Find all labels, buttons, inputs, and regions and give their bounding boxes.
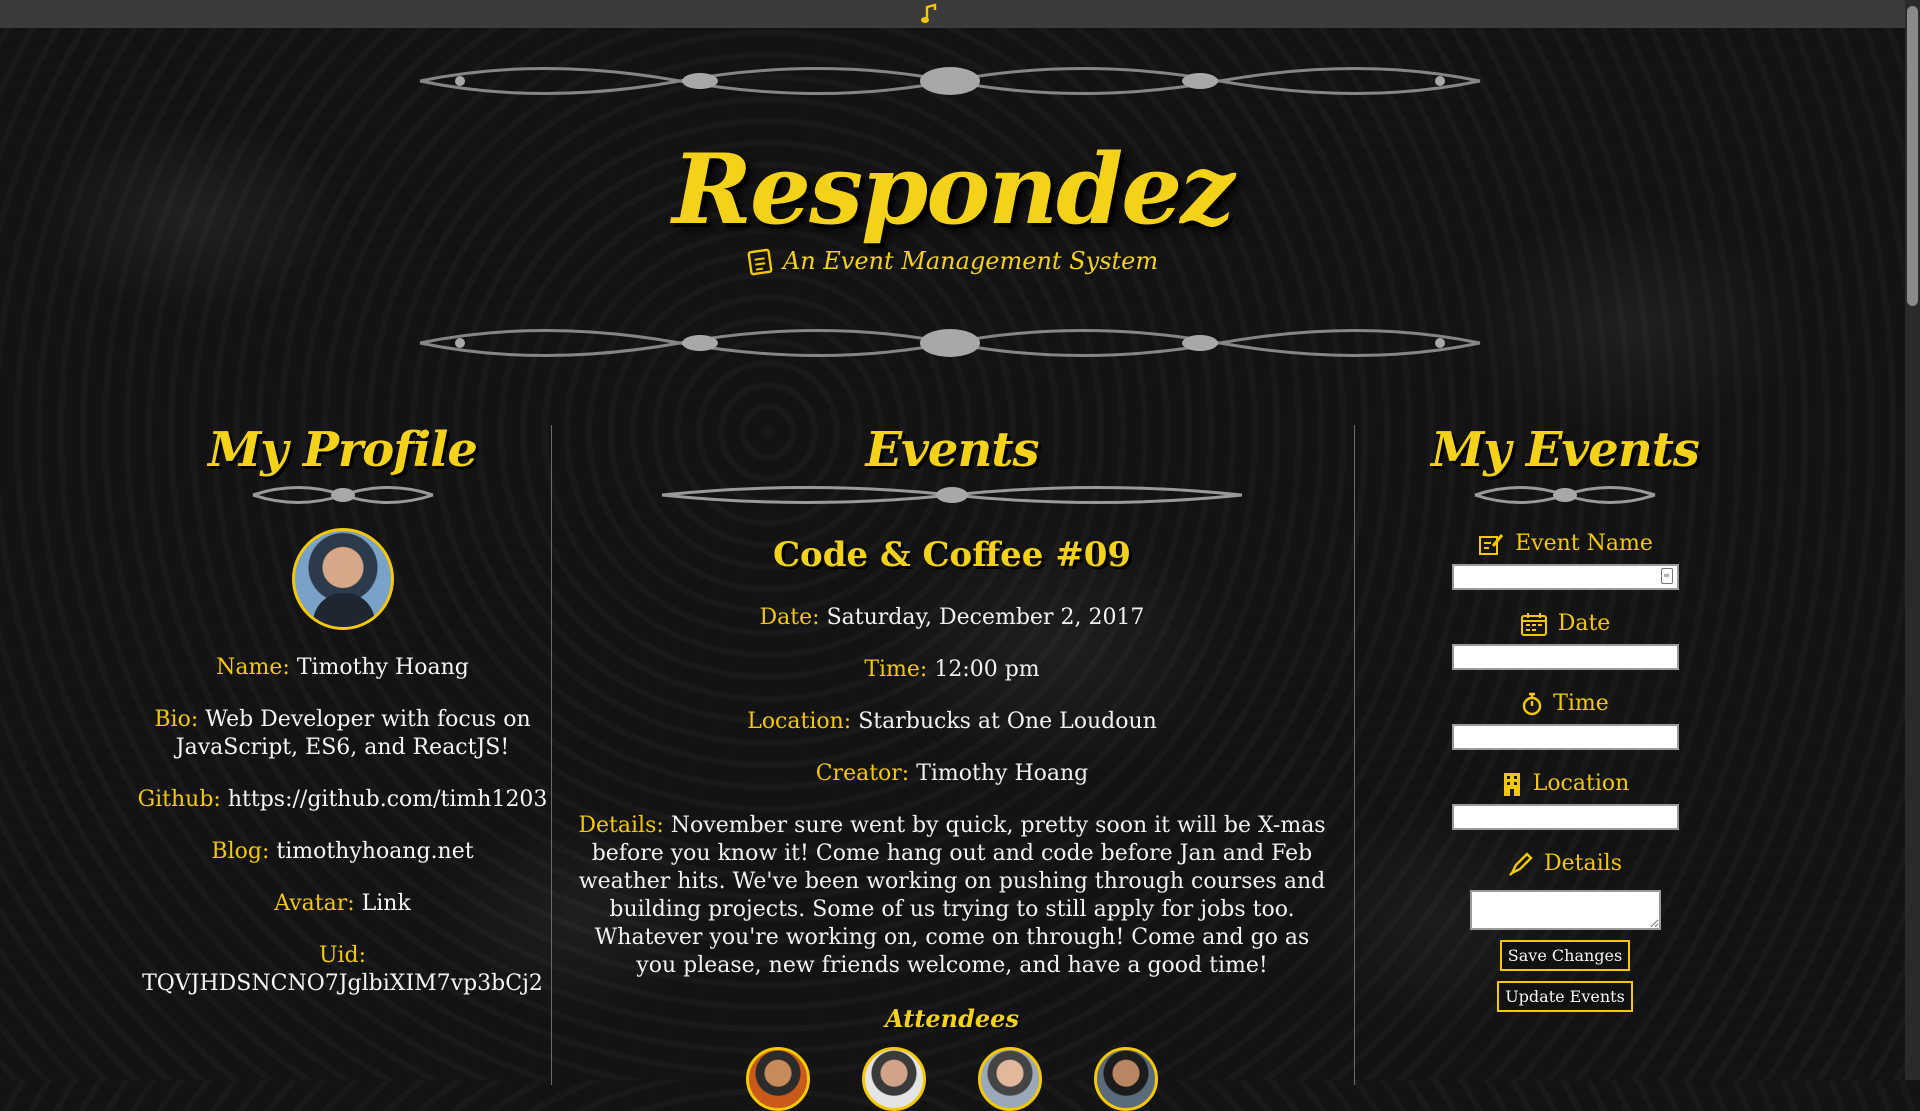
profile-column: My Profile Name: Timothy Hoang Bio: Web … (135, 420, 550, 998)
stopwatch-icon (1523, 692, 1542, 716)
event-name-group: Event Name ≡ (1355, 530, 1775, 590)
event-details-field: Details: November sure went by quick, pr… (552, 812, 1352, 980)
event-location-field: Location: Starbucks at One Loudoun (552, 708, 1352, 736)
profile-name-label: Name: (216, 655, 290, 680)
profile-avatar (291, 528, 394, 630)
time-label: Time (1553, 691, 1609, 716)
time-label-row: Time (1355, 690, 1775, 718)
profile-blog-field: Blog: timothyhoang.net (135, 838, 550, 866)
notepad-icon (747, 248, 773, 276)
details-label-row: Details (1355, 850, 1775, 878)
pen-icon (1509, 852, 1533, 876)
attendee-avatar[interactable] (746, 1047, 810, 1111)
profile-github-field: Github: https://github.com/timh1203 (135, 786, 550, 814)
music-note-icon-glyph (920, 3, 936, 23)
attendee-avatar[interactable] (1094, 1047, 1158, 1111)
details-label: Details (1544, 851, 1622, 876)
profile-avatar-link[interactable]: Link (362, 891, 411, 916)
location-input[interactable] (1451, 804, 1679, 830)
profile-heading-ornament (252, 486, 433, 504)
profile-uid-field: Uid: TQVJHDSNCNO7JglbiXIM7vp3bCj2 (135, 942, 550, 998)
event-date-label: Date: (759, 605, 820, 630)
profile-bio-value: Web Developer with focus on JavaScript, … (175, 707, 531, 760)
details-textarea[interactable] (1469, 890, 1661, 930)
event-time-field: Time: 12:00 pm (552, 656, 1352, 684)
profile-avatar-label: Avatar: (274, 891, 355, 916)
event-time-label: Time: (864, 657, 928, 682)
event-date-field: Date: Saturday, December 2, 2017 (552, 604, 1352, 632)
date-group: Date (1355, 610, 1775, 670)
profile-name-value: Timothy Hoang (296, 655, 469, 680)
event-creator-label: Creator: (815, 761, 910, 786)
event-name-input-wrap: ≡ (1451, 564, 1679, 590)
events-column: Events Code & Coffee #09 Date: Saturday,… (552, 420, 1352, 1111)
top-ornament (419, 67, 1481, 95)
attendee-avatar[interactable] (862, 1047, 926, 1111)
time-input[interactable] (1451, 724, 1679, 750)
events-heading-ornament (661, 486, 1243, 504)
my-events-column: My Events Event Name ≡ Date Time Locatio… (1355, 420, 1775, 1012)
profile-bio-field: Bio: Web Developer with focus on JavaScr… (135, 706, 550, 762)
event-creator-field: Creator: Timothy Hoang (552, 760, 1352, 788)
profile-bio-label: Bio: (154, 707, 199, 732)
details-group: Details (1355, 850, 1775, 930)
profile-name-field: Name: Timothy Hoang (135, 654, 550, 682)
profile-uid-label: Uid: (318, 943, 367, 968)
attendees-list (552, 1047, 1352, 1111)
time-group: Time (1355, 690, 1775, 750)
profile-uid-value: TQVJHDSNCNO7JglbiXIM7vp3bCj2 (142, 971, 543, 996)
event-details-label: Details: (578, 813, 664, 838)
location-label: Location (1532, 771, 1630, 796)
event-name-input[interactable] (1451, 564, 1679, 590)
scrollbar-thumb[interactable] (1907, 6, 1918, 306)
date-label: Date (1557, 611, 1611, 636)
event-date-value: Saturday, December 2, 2017 (826, 605, 1145, 630)
event-location-value: Starbucks at One Loudoun (858, 709, 1157, 734)
building-icon (1503, 773, 1520, 796)
event-name-label-row: Event Name (1355, 530, 1775, 558)
app-subtitle: An Event Management System (747, 246, 1158, 276)
date-input[interactable] (1451, 644, 1679, 670)
update-events-button[interactable]: Update Events (1497, 981, 1633, 1012)
profile-github-label: Github: (137, 787, 221, 812)
my-events-heading: My Events (1431, 422, 1700, 478)
profile-github-value[interactable]: https://github.com/timh1203 (228, 787, 548, 812)
hero-header: Respondez An Event Management System (0, 130, 1905, 280)
app-subtitle-text: An Event Management System (782, 247, 1159, 275)
event-time-value: 12:00 pm (934, 657, 1040, 682)
app-title: Respondez (672, 133, 1235, 246)
save-changes-button[interactable]: Save Changes (1499, 940, 1631, 971)
profile-blog-value[interactable]: timothyhoang.net (276, 839, 473, 864)
autofill-contact-icon[interactable]: ≡ (1660, 568, 1673, 584)
attendees-heading: Attendees (885, 1004, 1019, 1033)
profile-avatar-field: Avatar: Link (135, 890, 550, 918)
edit-note-icon (1479, 534, 1504, 555)
top-nav-bar (0, 0, 1905, 28)
attendee-avatar[interactable] (978, 1047, 1042, 1111)
event-details-value: November sure went by quick, pretty soon… (578, 813, 1326, 978)
event-title: Code & Coffee #09 (772, 535, 1132, 575)
profile-blog-label: Blog: (211, 839, 270, 864)
my-events-heading-ornament (1474, 486, 1656, 504)
music-note-icon[interactable] (920, 0, 940, 28)
bottom-ornament (419, 329, 1481, 357)
calendar-icon (1520, 613, 1547, 636)
event-creator-value: Timothy Hoang (916, 761, 1089, 786)
page-scrollbar[interactable] (1905, 0, 1920, 1080)
event-name-label: Event Name (1515, 531, 1653, 556)
location-group: Location (1355, 770, 1775, 830)
location-label-row: Location (1355, 770, 1775, 798)
event-location-label: Location: (747, 709, 852, 734)
events-heading: Events (865, 422, 1039, 478)
profile-heading: My Profile (208, 422, 478, 478)
date-label-row: Date (1355, 610, 1775, 638)
